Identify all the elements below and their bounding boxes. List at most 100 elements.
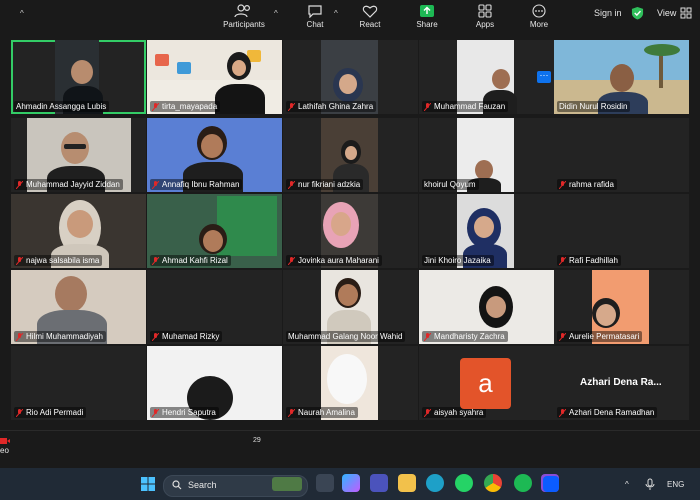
participant-name: Muhammad Galang Noor Wahid [286,331,406,342]
teams-icon[interactable] [370,474,388,492]
mic-muted-icon [424,408,431,417]
meeting-toolbar [0,430,700,469]
heart-icon [362,5,378,18]
mic-muted-icon [152,180,159,189]
zoom-icon[interactable] [543,476,559,492]
share-screen-button[interactable]: Share [412,4,442,29]
participant-tile[interactable]: khoirul Qoyum [419,118,554,192]
mic-muted-icon [152,408,159,417]
more-button[interactable]: More [524,4,554,29]
stop-video-button[interactable]: eo [0,436,10,455]
participant-tile[interactable]: Annafiq Ibnu Rahman [147,118,282,192]
sign-in-button[interactable]: Sign in [594,8,622,18]
participants-label: Participants [223,20,265,29]
participant-name: tirta_mayapada [150,101,221,112]
participant-tile[interactable]: Jini Khoiro Jazaika [419,194,554,268]
participant-tile[interactable]: Rio Adi Permadi [11,346,146,420]
gallery-view-icon[interactable] [680,7,692,19]
mic-muted-icon [559,332,566,341]
mic-muted-icon [152,102,159,111]
participants-count: 29 [253,437,261,444]
participant-tile[interactable]: Lathifah Ghina Zahra [283,40,418,114]
whatsapp-icon[interactable] [455,474,473,492]
participant-tile[interactable]: Muhammad Fauzan [419,40,554,114]
copilot-icon[interactable] [342,474,360,492]
participant-tile[interactable]: Jovinka aura Maharani [283,194,418,268]
participant-tile[interactable]: Ahmadin Assangga Lubis [11,40,146,114]
video-gallery: Ahmadin Assangga Lubis tirta_mayapada La… [0,28,700,430]
participant-tile[interactable]: Muhamad Rizky [147,270,282,344]
participant-tile[interactable]: Mandharisty Zachra [419,270,554,344]
share-icon [420,5,434,17]
participant-name: Muhammad Fauzan [422,101,509,112]
search-icon [172,480,182,490]
participant-name: Hilmi Muhammadiyah [14,331,106,342]
participant-name: Rio Adi Permadi [14,407,87,418]
participant-tile[interactable]: rahma rafida [554,118,689,192]
react-label: React [359,20,381,29]
search-highlight-image [272,477,302,491]
mic-muted-icon [16,256,23,265]
mic-muted-icon [288,408,295,417]
microphone-icon[interactable] [645,478,655,490]
participant-name: rahma rafida [557,179,617,190]
participant-name: khoirul Qoyum [422,179,479,190]
apps-label: Apps [475,20,495,29]
mic-muted-icon [152,256,159,265]
more-icon [532,4,546,18]
participant-name: Ahmadin Assangga Lubis [14,101,110,112]
language-indicator[interactable]: ENG [667,480,684,489]
participant-name: Naurah Amalina [286,407,358,418]
participant-tile[interactable]: Muhammad Jayyid Ziddan [11,118,146,192]
share-label: Share [416,20,438,29]
participant-tile[interactable]: Hendri Saputra [147,346,282,420]
participants-options-caret[interactable]: ^ [274,9,278,18]
edge-icon[interactable] [426,474,444,492]
search-placeholder: Search [188,480,217,490]
participant-tile[interactable]: Ahmad Kahfi Rizal [147,194,282,268]
participant-tile[interactable]: Hilmi Muhammadiyah [11,270,146,344]
mic-muted-icon [288,180,295,189]
participant-name: Annafiq Ibnu Rahman [150,179,243,190]
mic-muted-icon [288,102,295,111]
chat-options-caret[interactable]: ^ [334,9,338,18]
view-button[interactable]: View [657,8,676,18]
shield-icon [631,6,644,20]
participant-tile[interactable]: Muhammad Galang Noor Wahid [283,270,418,344]
mic-muted-icon [16,408,23,417]
mic-muted-icon [152,332,159,341]
mic-muted-icon [559,408,566,417]
video-icon [0,438,10,444]
apps-button[interactable]: Apps [470,4,500,29]
tray-overflow-caret[interactable]: ^ [625,480,629,489]
react-button[interactable]: React [355,4,385,29]
participant-tile[interactable]: nur fikriani adzkia [283,118,418,192]
mic-muted-icon [559,256,566,265]
participants-button[interactable]: Participants [219,4,269,29]
participant-tile[interactable]: tirta_mayapada [147,40,282,114]
participant-display-name: Azhari Dena Ra... [580,377,662,388]
participant-name: Muhammad Jayyid Ziddan [14,179,123,190]
mic-muted-icon [288,256,295,265]
chrome-icon[interactable] [484,474,502,492]
participant-name: Jovinka aura Maharani [286,255,382,266]
participant-tile[interactable]: najwa salsabila isma [11,194,146,268]
participant-name: Rafi Fadhillah [557,255,621,266]
chat-icon [308,5,322,18]
participant-tile[interactable]: Rafi Fadhillah [554,194,689,268]
tile-more-options-button[interactable]: ··· [537,71,551,83]
participant-name: Aurelie Permatasari [557,331,643,342]
chat-button[interactable]: Chat [300,4,330,29]
participant-name: nur fikriani adzkia [286,179,364,190]
participant-avatar: a [460,358,511,409]
participant-tile[interactable]: Naurah Amalina [283,346,418,420]
video-options-caret[interactable]: ^ [20,9,24,18]
participant-tile[interactable]: Aurelie Permatasari [554,270,689,344]
windows-start-icon[interactable] [140,476,156,492]
spotify-icon[interactable] [514,474,532,492]
video-label: eo [0,446,9,455]
apps-icon [478,4,492,18]
task-view-icon[interactable] [316,474,334,492]
file-explorer-icon[interactable] [398,474,416,492]
participant-tile[interactable]: Didin Nurul Rosidin [554,40,689,114]
